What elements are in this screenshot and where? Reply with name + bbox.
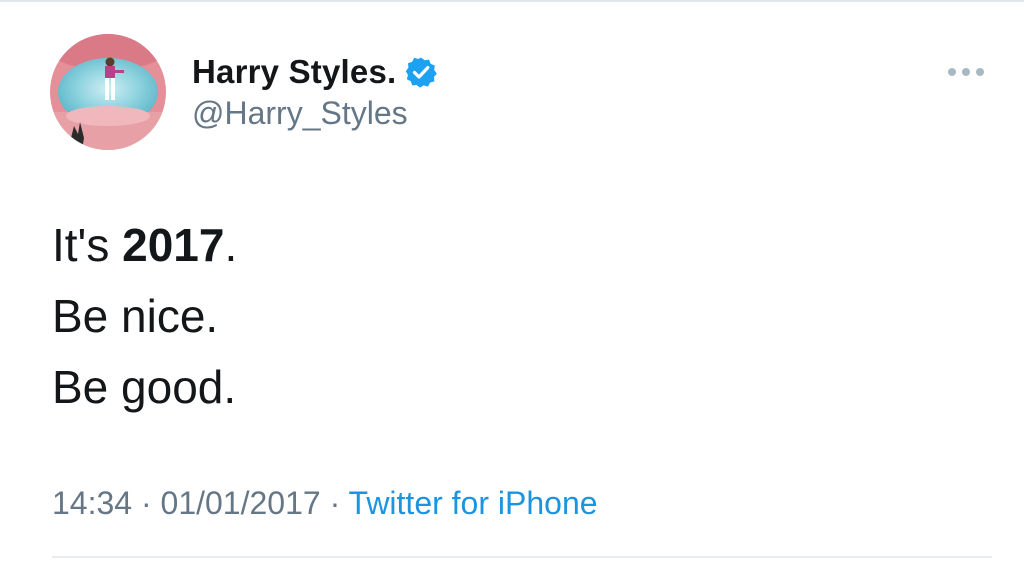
tweet-meta: 14:34 · 01/01/2017 · Twitter for iPhone bbox=[52, 485, 598, 522]
display-name[interactable]: Harry Styles. bbox=[192, 53, 396, 91]
meta-separator: · bbox=[320, 485, 349, 521]
tweet-line-1: It's 2017. bbox=[52, 210, 237, 281]
tweet-source-link[interactable]: Twitter for iPhone bbox=[349, 485, 598, 521]
tweet-time[interactable]: 14:34 bbox=[52, 485, 132, 521]
verified-badge-icon bbox=[405, 56, 438, 88]
tweet-line-3: Be good. bbox=[52, 361, 237, 413]
avatar[interactable] bbox=[50, 34, 166, 150]
more-dots-icon[interactable] bbox=[943, 62, 989, 82]
tweet-line-1-suffix: . bbox=[224, 219, 238, 271]
avatar-image bbox=[50, 34, 166, 150]
bottom-divider bbox=[52, 556, 992, 558]
user-handle[interactable]: @Harry_Styles bbox=[192, 95, 408, 132]
tweet-date[interactable]: 01/01/2017 bbox=[161, 485, 321, 521]
tweet-line-2: Be nice. bbox=[52, 290, 219, 342]
author-row: Harry Styles. bbox=[192, 50, 438, 94]
tweet-card: Harry Styles. @Harry_Styles It's 2017. B… bbox=[0, 0, 1024, 576]
meta-separator: · bbox=[132, 485, 161, 521]
tweet-text: It's 2017. Be nice. Be good. bbox=[52, 210, 237, 423]
tweet-year: 2017 bbox=[122, 219, 225, 271]
tweet-line-1-prefix: It's bbox=[52, 219, 123, 271]
